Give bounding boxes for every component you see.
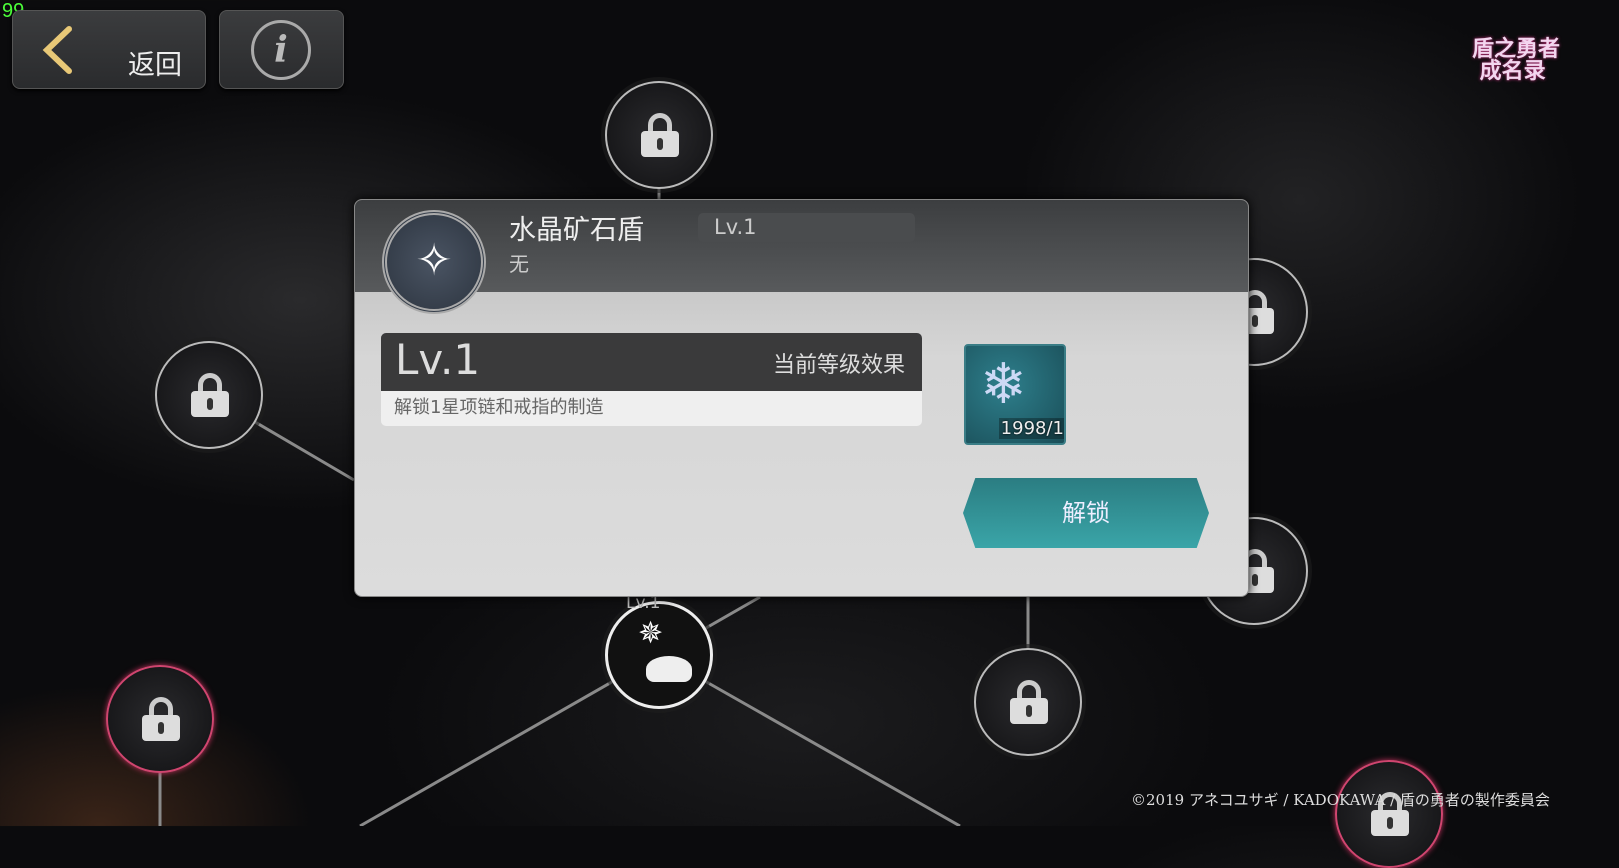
skill-node-locked[interactable] — [605, 81, 713, 189]
lock-icon — [142, 697, 180, 741]
skill-node-active[interactable]: ✵ — [605, 601, 713, 709]
skill-node-locked[interactable] — [974, 648, 1082, 756]
effect-level: Lv.1 — [395, 335, 481, 384]
info-icon: i — [251, 20, 311, 80]
crystal-shield-icon: ✧ — [382, 210, 486, 314]
info-button[interactable]: i — [219, 10, 344, 89]
item-count: 1998/1 — [998, 418, 1064, 439]
meat-icon — [646, 656, 692, 682]
skill-detail-panel: ✧ 水晶矿石盾 Lv.1 无 Lv.1 当前等级效果 解锁1星项链和戒指的制造 … — [354, 199, 1249, 597]
effect-description: 解锁1星项链和戒指的制造 — [381, 391, 922, 426]
skill-node-locked-highlighted[interactable] — [106, 665, 214, 773]
lock-icon — [191, 373, 229, 417]
skill-title: 水晶矿石盾 — [509, 215, 644, 246]
skill-level-badge: Lv.1 — [698, 213, 915, 242]
cost-item-slot[interactable]: ❄ 1998/1 — [964, 344, 1066, 445]
copyright-notice: ©2019 アネコユサギ / KADOKAWA / 盾の勇者の製作委員会 — [1131, 791, 1550, 809]
back-button[interactable]: 返回 — [12, 10, 206, 89]
back-label: 返回 — [128, 50, 182, 81]
effect-header: 当前等级效果 — [772, 353, 905, 378]
skill-node-locked[interactable] — [155, 341, 263, 449]
unlock-button[interactable]: 解锁 — [963, 478, 1209, 548]
level-effect-box: Lv.1 当前等级效果 解锁1星项链和戒指的制造 — [381, 333, 922, 426]
lock-icon — [641, 113, 679, 157]
lock-icon — [1010, 680, 1048, 724]
compass-icon: ✵ — [638, 616, 664, 651]
game-logo: 盾之勇者 成名录 — [1472, 36, 1561, 84]
skill-subtitle: 无 — [509, 252, 529, 276]
crystal-ore-icon: ❄ — [980, 352, 1027, 417]
skill-node-locked-highlighted[interactable] — [1335, 760, 1443, 868]
chevron-left-icon — [42, 26, 72, 74]
